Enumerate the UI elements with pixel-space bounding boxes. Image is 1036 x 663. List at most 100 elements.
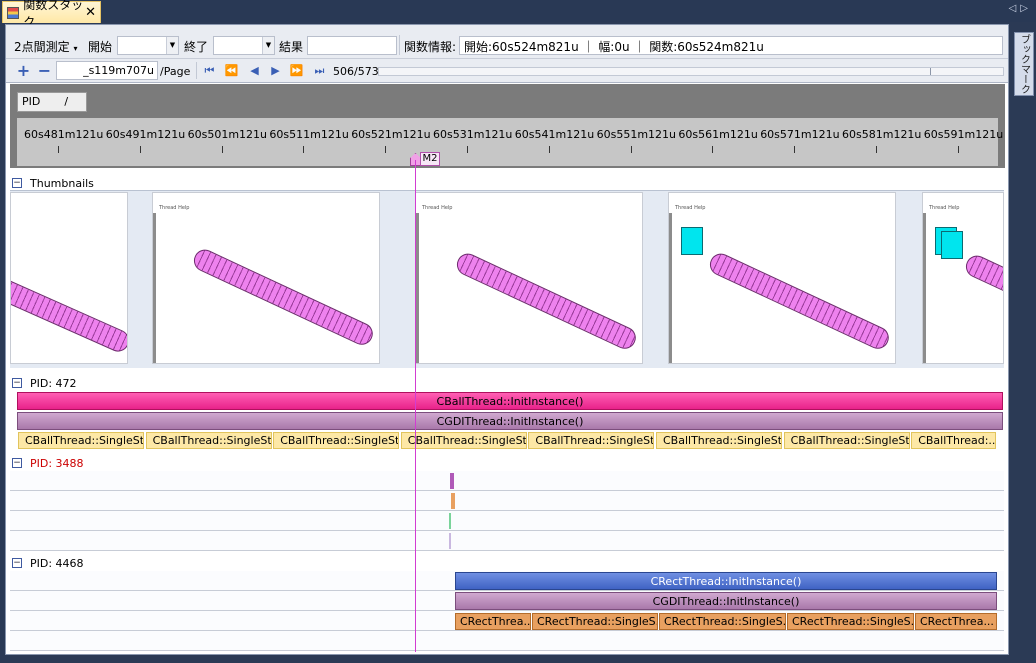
thread-row [10,531,1004,551]
ball-rod-image [706,250,893,353]
first-page-icon[interactable]: ⏮ [202,63,217,78]
cballthread-singlestep-segment[interactable]: CBallThread::SingleSt... [783,432,910,449]
previous-icon[interactable]: ◀ [247,63,262,78]
time-cursor-line[interactable] [415,160,416,652]
pid-472-title: PID: 472 [30,376,77,390]
pid-header-label: PID [22,95,41,108]
start-label: 開始 [88,40,113,54]
end-label: 終了 [184,40,209,54]
thread-row [10,631,1004,651]
cballthread-singlestep-segment[interactable]: CBallThread:... [911,432,997,449]
collapse-icon[interactable]: − [12,378,22,388]
result-field[interactable] [307,36,397,55]
crectthread-initinstance-bar[interactable]: CRectThread::InitInstance() [455,572,997,590]
ruler-tick-label: 60s591m121u [923,128,1004,141]
ball-rod-image [453,250,640,353]
ruler-tick-label: 60s521m121u [351,128,431,141]
thumbnail-menu: Thread Help [929,205,960,211]
ruler-tick-label: 60s501m121u [187,128,267,141]
next-icon[interactable]: ▶ [268,63,283,78]
sort-icon: / [64,95,69,108]
zoom-in-icon[interactable]: + [16,63,31,79]
thumbnail-border [153,213,156,363]
chevron-down-icon[interactable]: ▼ [262,37,274,54]
page-scrollbar[interactable] [378,67,1004,76]
ruler-tick [794,146,796,153]
page-width-input[interactable]: _s119m707u [56,61,158,80]
cgdithread-initinstance-bar[interactable]: CGDIThread::InitInstance() [17,412,1003,430]
result-label: 結果 [279,40,304,54]
ruler-tick [630,146,632,153]
crectthread-singlestep-segment[interactable]: CRectThread::SingleS... [787,613,914,630]
thumbnail-menu: Thread Help [422,205,453,211]
toolbar-separator [399,35,400,55]
chevron-down-icon[interactable]: ▼ [166,37,178,54]
ball-rod-image [190,246,377,349]
thumbnail-2[interactable]: Thread Help [152,192,380,364]
thumbnail-menu: Thread Help [675,205,706,211]
pid-3488-header: − PID: 3488 [10,455,1005,471]
close-icon[interactable]: ✕ [85,5,96,20]
ruler-tick-label: 60s551m121u [596,128,676,141]
collapse-icon[interactable]: − [12,558,22,568]
cballthread-singlestep-segment[interactable]: CBallThread::SingleSt... [528,432,655,449]
crectthread-singlestep-segment[interactable]: CRectThrea... [455,613,531,630]
cballthread-initinstance-bar[interactable]: CBallThread::InitInstance() [17,392,1003,410]
tab-scroll-arrows-icon[interactable]: ◁▷ [1009,3,1032,14]
function-info-label: 関数情報: [404,40,457,54]
thumbnail-1[interactable] [10,192,128,364]
marker-m2[interactable]: M2 [420,152,440,166]
cballthread-singlestep-segment[interactable]: CBallThread::SingleSt... [400,432,527,449]
ruler-tick-label: 60s581m121u [842,128,922,141]
cballthread-singlestep-segment[interactable]: CBallThread::SingleSt... [656,432,782,449]
cballthread-singlestep-segment[interactable]: CBallThread::SingleSt... [145,432,272,449]
page-scrollbar-thumb[interactable] [930,68,931,75]
start-combo[interactable]: ▼ [117,36,179,55]
ruler-tick [712,146,714,153]
call-tick[interactable] [449,513,451,529]
ball-rod-image [11,273,127,356]
thumbnails-title: Thumbnails [30,176,94,190]
ruler-tick-label: 60s481m121u [24,128,104,141]
call-tick[interactable] [450,473,454,489]
ruler-tick-label: 60s561m121u [678,128,758,141]
ruler-tick [139,146,141,153]
thumbnail-border [669,213,672,363]
function-info-field: 開始:60s524m821u ｜ 幅:0u ｜ 関数:60s524m821u [459,36,1003,55]
collapse-icon[interactable]: − [12,458,22,468]
last-page-icon[interactable]: ⏭ [312,63,327,78]
pid-4468-header: − PID: 4468 [10,555,1005,571]
crectthread-singlestep-segment[interactable]: CRectThread::SingleS... [659,613,786,630]
call-tick[interactable] [451,493,455,509]
ruler-tick-label: 60s531m121u [433,128,513,141]
bookmark-sidebar-tab[interactable]: ブックマーク [1014,32,1034,96]
pid-4468-title: PID: 4468 [30,556,84,570]
thumbnails-section-header: − Thumbnails [10,175,1005,191]
ball-rod-image [962,252,1003,306]
thumbnail-menu: Thread Help [159,205,190,211]
thread-row [10,491,1004,511]
pid-column-header[interactable]: PID / [17,92,87,112]
crectthread-singlestep-segment[interactable]: CRectThrea... [915,613,997,630]
call-tick[interactable] [449,533,451,549]
fast-forward-icon[interactable]: ⏩ [289,63,304,78]
tab-function-stack[interactable]: 関数スタック ✕ [2,0,101,29]
ruler-tick-label: 60s571m121u [760,128,840,141]
ruler-tick [548,146,550,153]
measure-mode-dropdown[interactable]: 2点間測定 ▾ [14,38,77,55]
cgdithread-initinstance-bar-2[interactable]: CGDIThread::InitInstance() [455,592,997,610]
crectthread-singlestep-segment[interactable]: CRectThread::SingleS... [532,613,658,630]
thumbnail-5[interactable]: Thread Help [922,192,1004,364]
ruler-tick-label: 60s511m121u [269,128,349,141]
end-combo[interactable]: ▼ [213,36,275,55]
time-ruler[interactable] [17,118,998,166]
collapse-icon[interactable]: − [12,178,22,188]
cballthread-singlestep-segment[interactable]: CBallThread::SingleSt... [18,432,144,449]
thumbnail-3[interactable]: Thread Help [415,192,643,364]
zoom-out-icon[interactable]: − [37,63,52,79]
page-unit-label: /Page [160,65,191,78]
thumbnail-4[interactable]: Thread Help [668,192,896,364]
cballthread-singlestep-segment[interactable]: CBallThread::SingleSt... [273,432,400,449]
fast-backward-icon[interactable]: ⏪ [224,63,239,78]
document-tab-bar [0,0,1036,22]
